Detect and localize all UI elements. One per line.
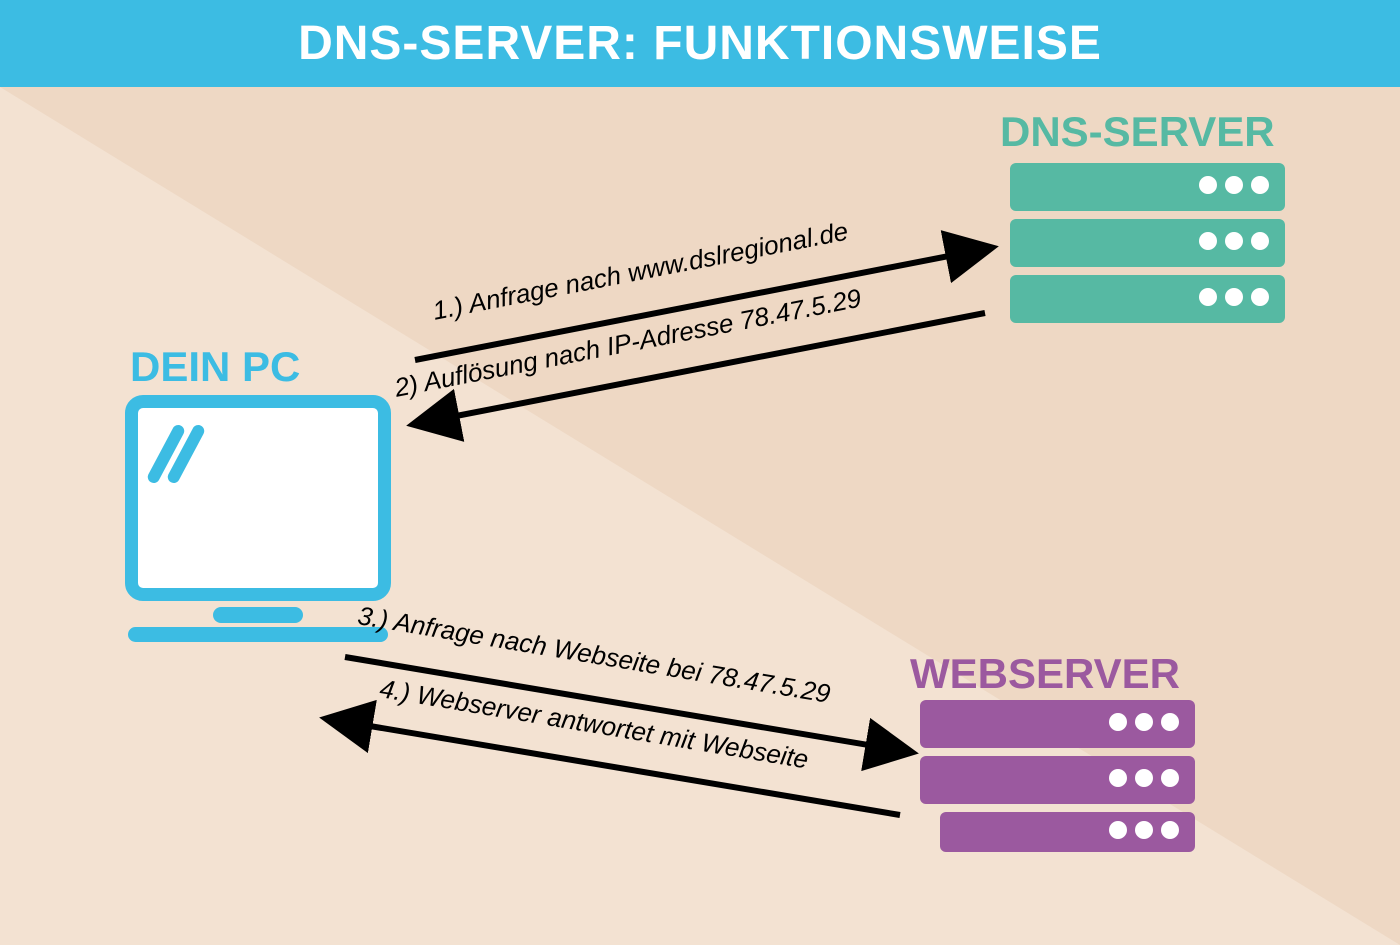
diagram-canvas: DNS-SERVER: FUNKTIONSWEISE DEIN PC DNS-S… <box>0 0 1400 945</box>
server-unit <box>940 812 1195 852</box>
server-unit <box>920 756 1195 804</box>
server-unit <box>1010 219 1285 267</box>
webserver-icon <box>920 700 1195 860</box>
pc-icon <box>125 395 391 642</box>
pc-stand <box>213 607 303 623</box>
webserver-label: WEBSERVER <box>910 650 1180 698</box>
pc-base <box>128 627 388 642</box>
pc-label: DEIN PC <box>130 343 300 391</box>
server-unit <box>1010 275 1285 323</box>
server-unit <box>920 700 1195 748</box>
server-unit <box>1010 163 1285 211</box>
header-bar: DNS-SERVER: FUNKTIONSWEISE <box>0 0 1400 87</box>
pc-screen <box>125 395 391 601</box>
pc-glare <box>160 422 200 491</box>
dns-server-icon <box>1010 163 1285 331</box>
page-title: DNS-SERVER: FUNKTIONSWEISE <box>298 16 1102 71</box>
dns-label: DNS-SERVER <box>1000 108 1275 156</box>
